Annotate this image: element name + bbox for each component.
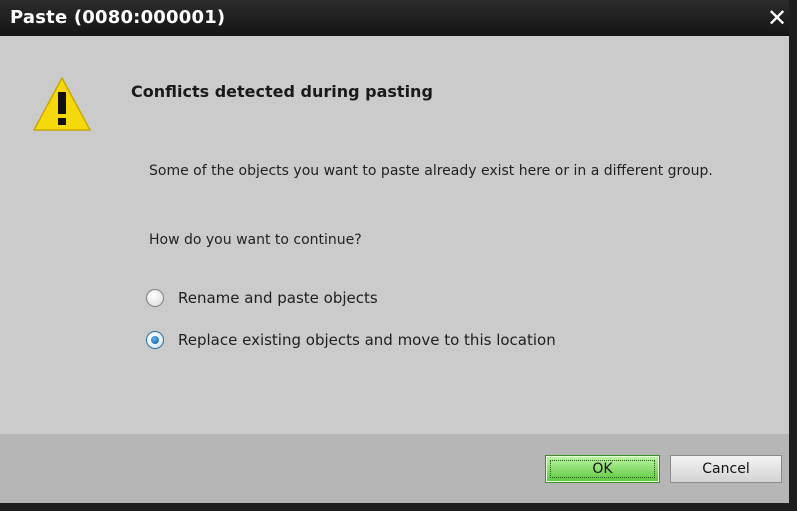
continue-question: How do you want to continue? [149,232,362,248]
ok-button[interactable]: OK [545,455,660,483]
rename-paste-label: Rename and paste objects [178,289,378,307]
dialog-heading: Conflicts detected during pasting [131,82,433,101]
dialog-footer: OK Cancel [0,434,789,503]
dialog-body: Conflicts detected during pasting Some o… [0,36,789,434]
replace-move-option[interactable]: Replace existing objects and move to thi… [146,329,556,351]
replace-move-radio[interactable] [146,331,164,349]
window-title: Paste (0080:000001) [10,7,226,28]
conflict-message: Some of the objects you want to paste al… [149,163,713,179]
paste-dialog: Paste (0080:000001) ✕ Conflicts detected… [0,0,797,511]
title-bar[interactable]: Paste (0080:000001) ✕ [0,0,789,36]
cancel-label: Cancel [702,461,750,477]
focus-ring [550,460,655,478]
rename-paste-radio[interactable] [146,289,164,307]
replace-move-label: Replace existing objects and move to thi… [178,331,556,349]
close-button[interactable]: ✕ [763,2,791,34]
rename-paste-option[interactable]: Rename and paste objects [146,287,378,309]
warning-icon [33,77,91,131]
cancel-button[interactable]: Cancel [670,455,782,483]
